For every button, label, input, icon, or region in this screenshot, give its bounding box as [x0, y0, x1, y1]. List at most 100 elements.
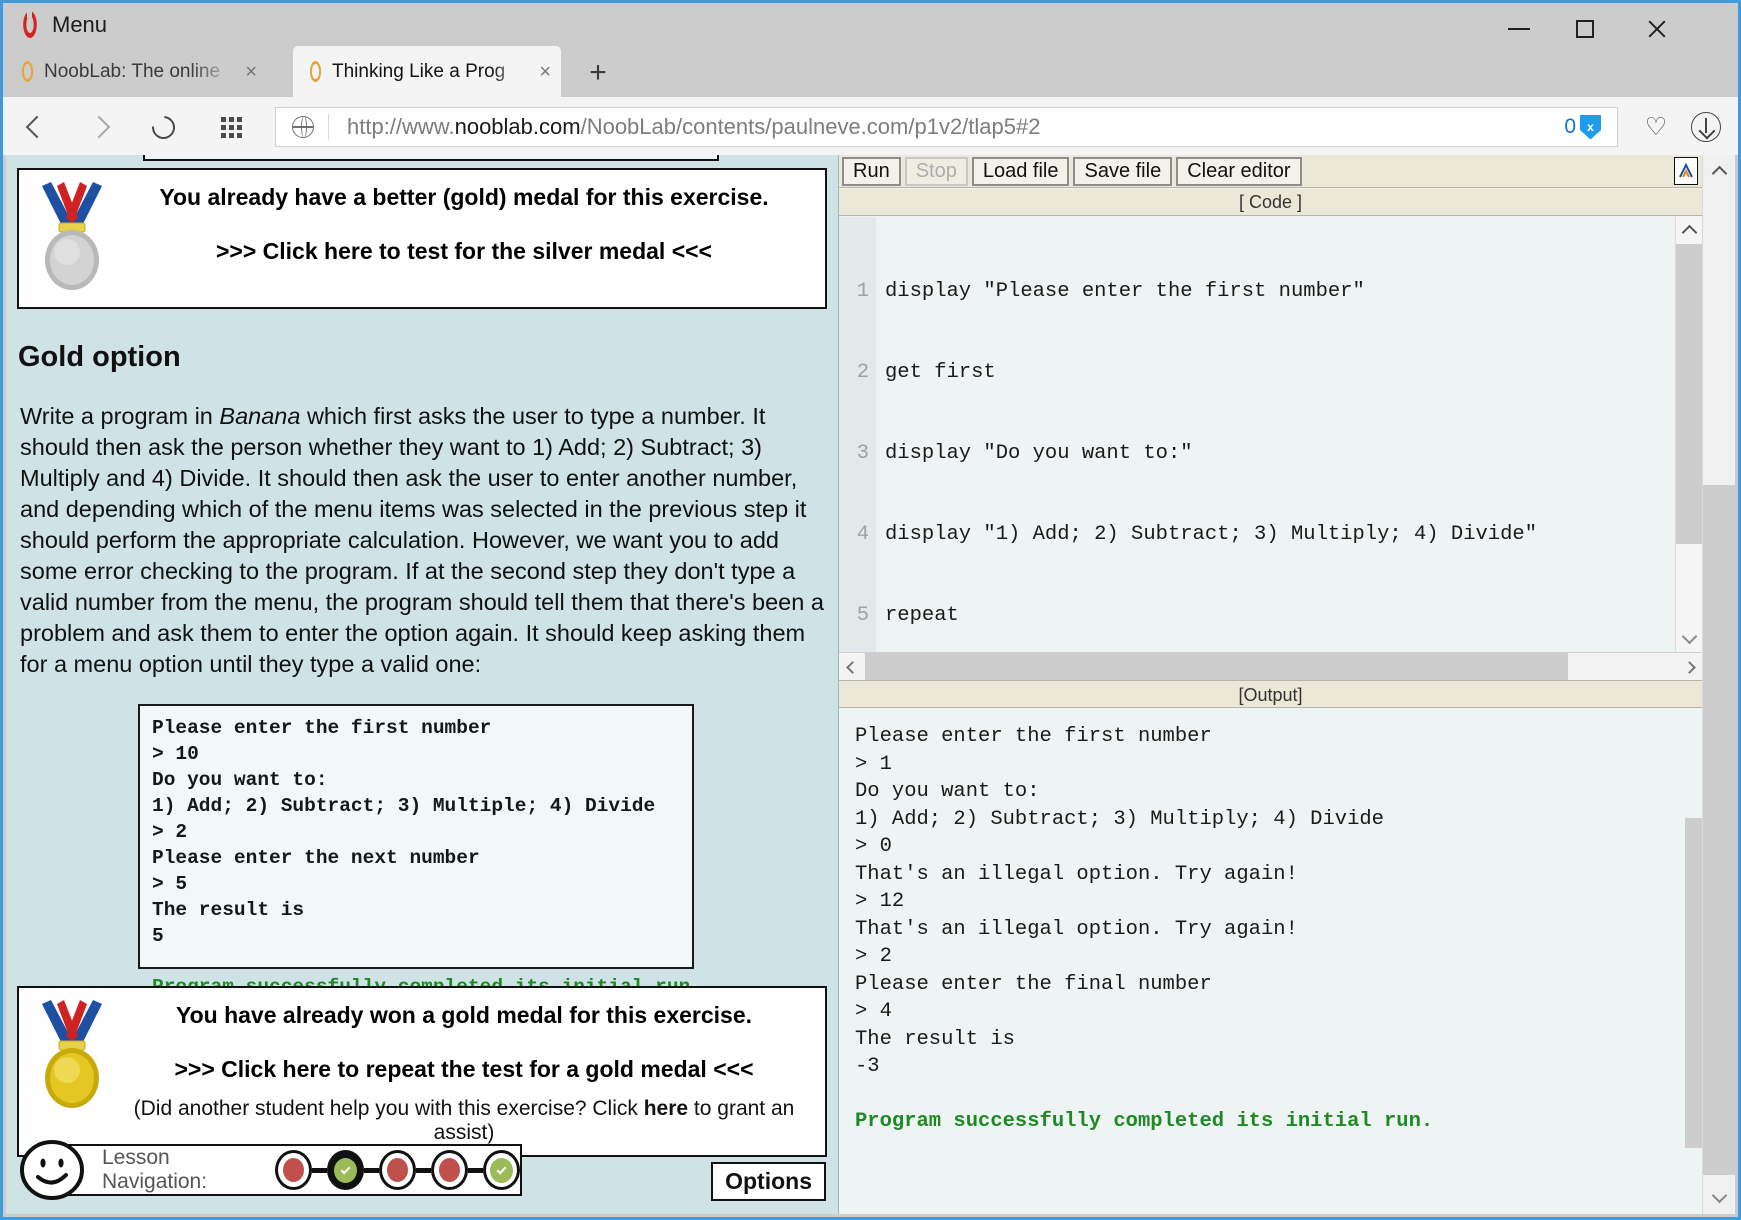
- smiley-face-icon[interactable]: [18, 1139, 86, 1201]
- forward-button[interactable]: [79, 107, 119, 147]
- opera-logo-icon: [19, 10, 41, 38]
- line-text: display "1) Add; 2) Subtract; 3) Multipl…: [885, 523, 1538, 546]
- silver-medal-icon: [31, 180, 113, 297]
- gold-medal-banner[interactable]: You have already won a gold medal for th…: [17, 986, 827, 1158]
- step-complete-icon: [334, 1157, 357, 1183]
- page-viewport: You already have a better (gold) medal f…: [6, 155, 1736, 1214]
- tab-title: Thinking Like a Prog: [332, 60, 506, 82]
- url-input[interactable]: http://www.nooblab.com/NoobLab/contents/…: [329, 114, 1564, 140]
- tab-close-icon[interactable]: ×: [245, 62, 257, 82]
- reload-button[interactable]: [143, 107, 183, 147]
- lesson-navigation-bar: Lesson Navigation:: [52, 1144, 522, 1196]
- lesson-step-3[interactable]: [379, 1150, 416, 1190]
- back-button[interactable]: [17, 107, 57, 147]
- line-text: display "Please enter the first number": [885, 280, 1365, 303]
- example-transcript: Please enter the first number > 10 Do yo…: [152, 717, 656, 947]
- gold-banner-cta[interactable]: >>> Click here to repeat the test for a …: [113, 1056, 815, 1083]
- step-connector: [468, 1167, 483, 1173]
- lesson-step-1[interactable]: [275, 1150, 312, 1190]
- globe-icon: [292, 116, 314, 138]
- page-scroll-up-button[interactable]: [1703, 155, 1736, 188]
- code-hscrollbar-thumb[interactable]: [865, 653, 1568, 681]
- step-connector: [416, 1167, 431, 1173]
- chevron-down-icon: [1711, 1187, 1728, 1204]
- code-horizontal-scrollbar[interactable]: [839, 652, 1702, 681]
- code-ide-pane: Run Stop Load file Save file Clear edito…: [839, 155, 1702, 1214]
- silver-banner-line1: You already have a better (gold) medal f…: [159, 184, 769, 210]
- output-scrollbar-thumb[interactable]: [1685, 818, 1702, 1148]
- line-number: 2: [856, 361, 869, 384]
- tab-close-icon[interactable]: ×: [539, 62, 551, 82]
- page-scroll-down-button[interactable]: [1703, 1181, 1736, 1214]
- line-number: 3: [856, 442, 869, 465]
- step-incomplete-icon: [283, 1158, 304, 1182]
- add-to-favorites-button[interactable]: ♡: [1636, 107, 1676, 147]
- menu-label: Menu: [52, 11, 108, 37]
- clear-editor-button[interactable]: Clear editor: [1176, 156, 1302, 186]
- minimize-icon: [1508, 28, 1530, 30]
- code-line: 3 display "Do you want to:": [839, 440, 1702, 467]
- code-line: 4 display "1) Add; 2) Subtract; 3) Multip…: [839, 521, 1702, 548]
- step-complete-icon: [490, 1157, 513, 1183]
- exercise-description: Write a program in Banana which first as…: [20, 401, 824, 680]
- ad-blocker-shield-icon[interactable]: x: [1580, 114, 1601, 140]
- code-vertical-scrollbar[interactable]: [1675, 217, 1702, 652]
- step-incomplete-icon: [439, 1158, 460, 1182]
- output-transcript: Please enter the first number > 1 Do you…: [855, 725, 1384, 1078]
- desc-part-1: Write a program in: [20, 403, 220, 429]
- tab-nooblab-home[interactable]: NoobLab: The online ×: [5, 46, 267, 97]
- new-tab-button[interactable]: +: [581, 56, 615, 90]
- page-scrollbar-thumb[interactable]: [1703, 485, 1736, 1175]
- stop-button: Stop: [904, 156, 968, 186]
- code-editor[interactable]: 1 display "Please enter the first number"…: [839, 217, 1702, 652]
- example-output-box: Please enter the first number > 10 Do yo…: [138, 704, 702, 998]
- assist-link[interactable]: here: [644, 1097, 688, 1120]
- speed-dial-icon: [220, 116, 242, 138]
- opera-favicon-icon: [19, 61, 36, 82]
- lesson-step-2-current[interactable]: [327, 1150, 364, 1190]
- lesson-navigation: Lesson Navigation: Options: [18, 1139, 826, 1201]
- lesson-step-5[interactable]: [483, 1150, 520, 1190]
- silver-banner-cta[interactable]: >>> Click here to test for the silver me…: [113, 238, 815, 265]
- code-scroll-down-button[interactable]: [1676, 625, 1702, 652]
- opera-menu-button[interactable]: Menu: [19, 10, 108, 38]
- maximize-icon: [1576, 20, 1594, 38]
- code-scroll-up-button[interactable]: [1676, 217, 1702, 244]
- heart-icon: ♡: [1644, 113, 1668, 141]
- line-number: 4: [856, 523, 869, 546]
- page-vertical-scrollbar[interactable]: [1702, 155, 1736, 1214]
- options-button[interactable]: Options: [711, 1162, 826, 1201]
- step-incomplete-icon: [387, 1158, 408, 1182]
- code-scroll-right-button[interactable]: [1676, 653, 1702, 681]
- speed-dial-button[interactable]: [211, 107, 251, 147]
- code-scroll-left-button[interactable]: [839, 653, 865, 681]
- desc-part-2: which first asks the user to type a numb…: [20, 403, 824, 678]
- assist-line: (Did another student help you with this …: [119, 1097, 809, 1145]
- line-text: display "Do you want to:": [885, 442, 1193, 465]
- tab-thinking-like-a-programmer[interactable]: Thinking Like a Prog ×: [293, 46, 561, 97]
- run-button[interactable]: Run: [842, 156, 901, 186]
- output-panel[interactable]: Please enter the first number > 1 Do you…: [839, 708, 1702, 1214]
- save-file-button[interactable]: Save file: [1073, 156, 1173, 186]
- address-bar[interactable]: http://www.nooblab.com/NoobLab/contents/…: [275, 107, 1618, 147]
- chevron-right-icon: [1682, 660, 1696, 674]
- output-vertical-scrollbar[interactable]: [1685, 708, 1702, 1214]
- download-icon: [1691, 112, 1721, 142]
- page-title: Gold option: [18, 341, 181, 373]
- chevron-down-icon: [1681, 628, 1698, 645]
- back-arrow-icon: [25, 115, 49, 139]
- scrolled-off-example-box: [143, 155, 719, 161]
- downloads-button[interactable]: [1686, 107, 1726, 147]
- silver-medal-banner[interactable]: You already have a better (gold) medal f…: [17, 168, 827, 309]
- output-text: Please enter the first number > 1 Do you…: [855, 723, 1672, 1136]
- gold-medal-text: You have already won a gold medal for th…: [113, 998, 825, 1145]
- blocked-ads-count: 0: [1564, 115, 1576, 138]
- step-connector: [364, 1167, 379, 1173]
- chevron-up-icon: [1711, 165, 1728, 182]
- collapse-caret-icon[interactable]: [1674, 157, 1698, 185]
- code-line: 5 repeat: [839, 602, 1702, 629]
- lesson-step-4[interactable]: [431, 1150, 468, 1190]
- code-scrollbar-thumb[interactable]: [1676, 244, 1702, 544]
- navigation-bar: http://www.nooblab.com/NoobLab/contents/…: [3, 97, 1738, 155]
- load-file-button[interactable]: Load file: [971, 156, 1070, 186]
